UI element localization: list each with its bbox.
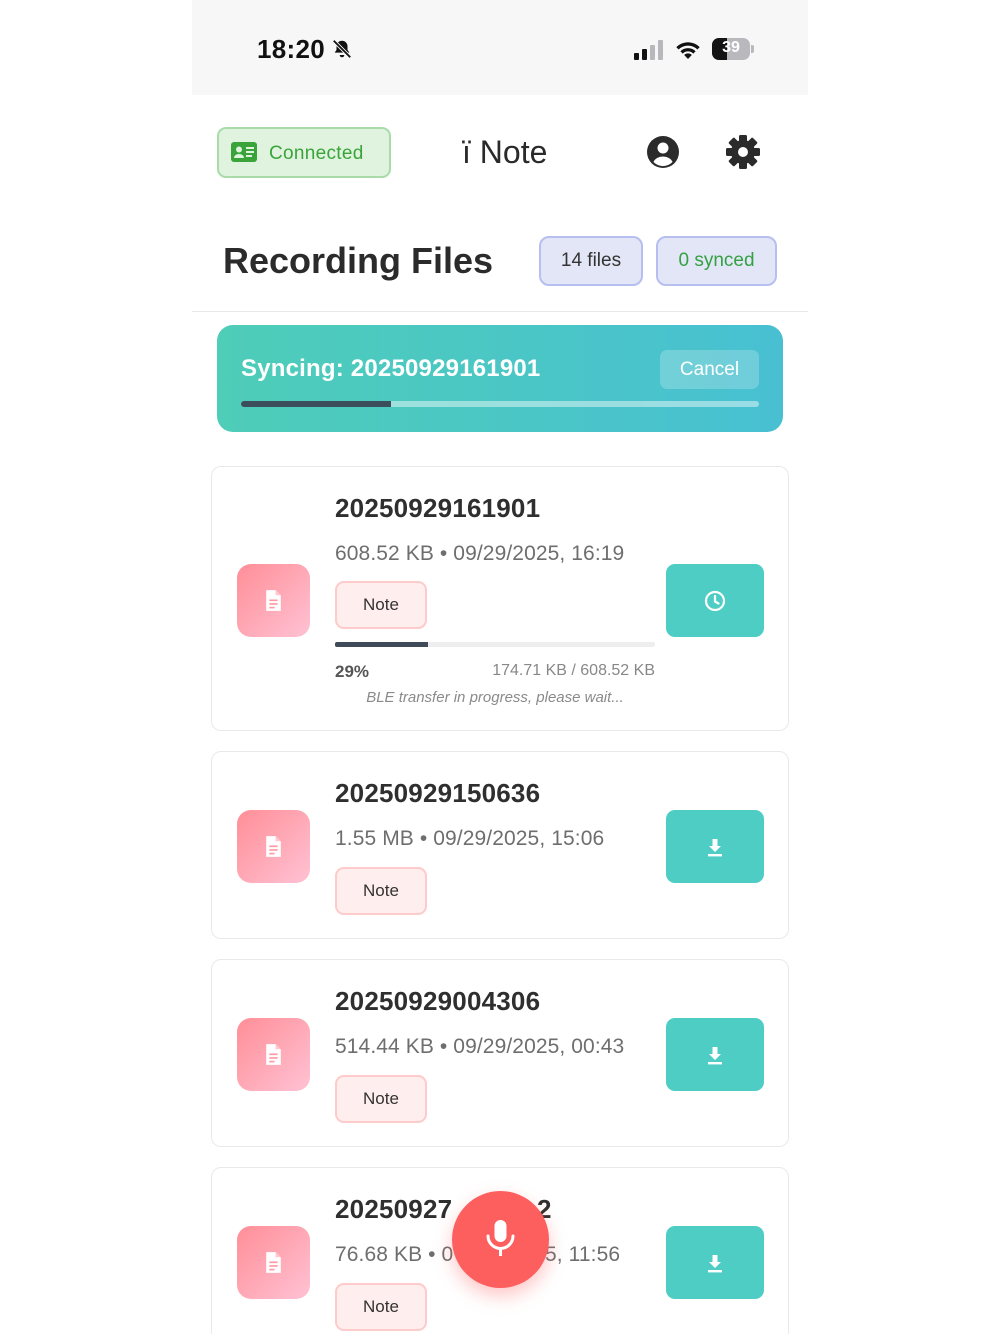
microphone-icon	[486, 1220, 515, 1256]
download-button[interactable]	[666, 1018, 764, 1091]
status-bar: 18:20 39	[192, 0, 808, 95]
note-tag[interactable]: Note	[335, 581, 427, 629]
document-icon	[237, 810, 310, 883]
settings-gear-icon[interactable]	[725, 134, 761, 170]
file-name: 20250929150636	[335, 778, 541, 808]
sync-progress-bar	[241, 401, 759, 407]
download-icon	[708, 839, 722, 857]
progress-percent: 29%	[335, 662, 370, 681]
download-button[interactable]	[666, 1226, 764, 1299]
app-screen: 18:20 39 Connected ï Note Recording File…	[192, 0, 808, 1334]
files-count-badge: 14 files	[539, 236, 643, 286]
synced-count-badge: 0 synced	[656, 236, 777, 286]
record-button[interactable]	[452, 1191, 549, 1288]
file-progress-bar	[335, 642, 655, 647]
connection-status-label: Connected	[269, 143, 364, 164]
progress-bytes: 174.71 KB / 608.52 KB	[492, 662, 655, 679]
document-icon	[237, 1018, 310, 1091]
clock-icon	[704, 590, 726, 612]
file-name: 20250929161901	[335, 493, 541, 523]
account-icon[interactable]	[645, 134, 681, 170]
file-card[interactable]: 20250929004306 514.44 KB • 09/29/2025, 0…	[211, 959, 789, 1147]
sync-status-label: Syncing: 20250929161901	[241, 355, 541, 382]
note-tag[interactable]: Note	[335, 1075, 427, 1123]
note-tag[interactable]: Note	[335, 867, 427, 915]
download-icon	[708, 1047, 722, 1065]
file-meta: 608.52 KB • 09/29/2025, 16:19	[335, 542, 625, 565]
file-name: 20250929004306	[335, 986, 541, 1016]
sync-banner: Syncing: 20250929161901 Cancel	[217, 325, 783, 432]
file-card[interactable]: 20250929161901 608.52 KB • 09/29/2025, 1…	[211, 466, 789, 731]
file-meta: 514.44 KB • 09/29/2025, 00:43	[335, 1035, 625, 1058]
file-progress-fill	[335, 642, 428, 647]
connection-status-badge[interactable]: Connected	[217, 127, 391, 178]
file-meta-end: 5, 11:56	[545, 1243, 621, 1266]
file-card[interactable]: 20250929150636 1.55 MB • 09/29/2025, 15:…	[211, 751, 789, 939]
sync-progress-fill	[241, 401, 392, 407]
note-tag[interactable]: Note	[335, 1283, 427, 1331]
wifi-icon	[676, 42, 700, 59]
pending-button[interactable]	[666, 564, 764, 637]
battery-icon: 39	[712, 38, 754, 60]
download-icon	[708, 1255, 722, 1273]
app-title: ï Note	[462, 134, 548, 170]
cancel-sync-button[interactable]: Cancel	[660, 350, 759, 389]
bell-slash-icon	[332, 39, 352, 59]
battery-level: 39	[722, 39, 740, 56]
document-icon	[237, 564, 310, 637]
id-card-icon	[231, 142, 257, 162]
file-meta: 1.55 MB • 09/29/2025, 15:06	[335, 827, 605, 850]
file-meta: 76.68 KB • 0	[335, 1243, 454, 1266]
divider	[192, 311, 808, 312]
document-icon	[237, 1226, 310, 1299]
download-button[interactable]	[666, 810, 764, 883]
status-time: 18:20	[257, 34, 325, 64]
file-name: 20250927	[335, 1194, 453, 1224]
cellular-signal-icon	[634, 40, 663, 60]
progress-message: BLE transfer in progress, please wait...	[366, 689, 624, 706]
page-title: Recording Files	[223, 240, 494, 281]
